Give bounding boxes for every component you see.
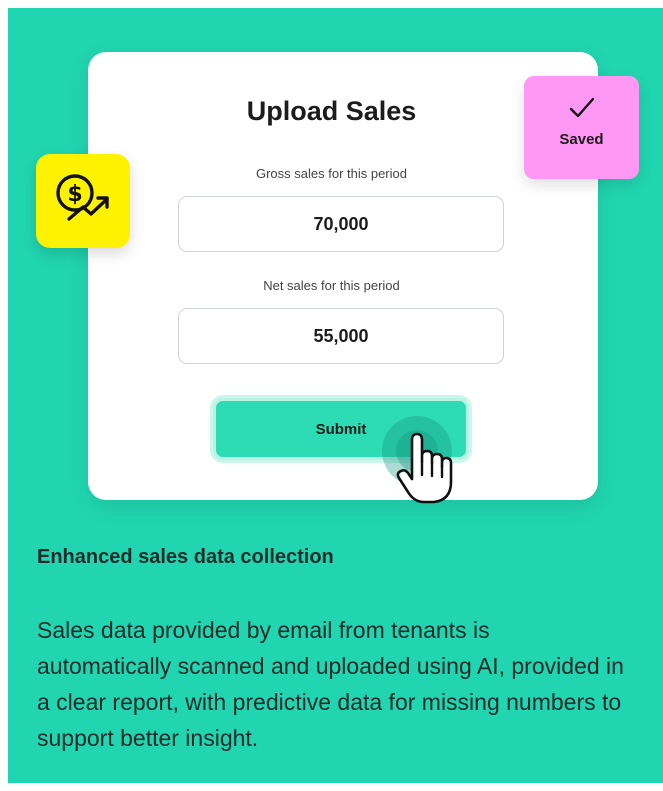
hand-cursor-icon <box>396 432 453 504</box>
gross-sales-field[interactable]: 70,000 <box>178 196 504 252</box>
net-sales-field[interactable]: 55,000 <box>178 308 504 364</box>
saved-label: Saved <box>559 131 604 148</box>
checkmark-icon <box>569 97 595 118</box>
gross-sales-value: 70,000 <box>313 213 369 234</box>
dollar-trend-up-icon: $ <box>56 174 109 221</box>
saved-badge <box>524 76 639 179</box>
submit-label: Submit <box>315 420 367 438</box>
feature-heading: Enhanced sales data collection <box>37 546 334 568</box>
feature-description: Sales data provided by email from tenant… <box>37 617 624 751</box>
svg-text:$: $ <box>67 182 82 207</box>
net-sales-value: 55,000 <box>313 325 369 346</box>
net-sales-label: Net sales for this period <box>263 278 400 293</box>
money-badge: $ <box>36 154 130 248</box>
